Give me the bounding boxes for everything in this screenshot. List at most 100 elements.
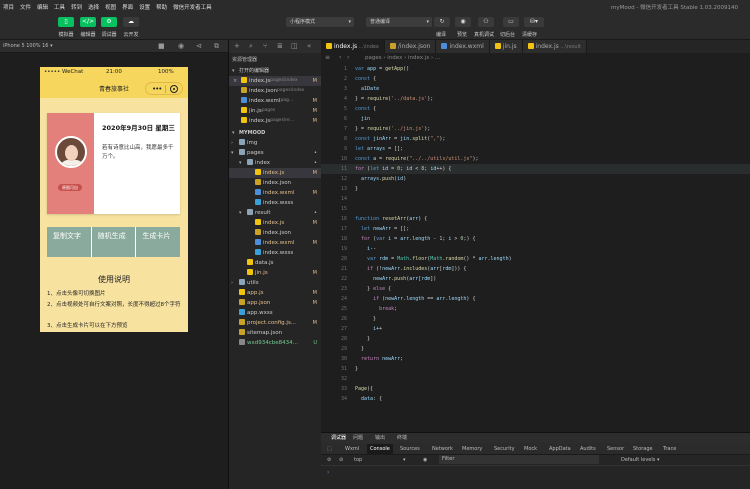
tree-item-app-json[interactable]: app.json M [229,298,322,308]
devtools-tab-sensor[interactable]: Sensor [607,443,624,455]
card-quote[interactable]: 若有诗意比山高，我愿最多千万个。 [102,144,177,162]
devtools-tab-wxml[interactable]: Wxml [345,443,359,455]
close-icon[interactable]: × [233,76,237,86]
open-file-2[interactable]: index.wxml pag... M [229,96,322,106]
open-file-0[interactable]: × index.js pages\index M [229,76,322,86]
panel-tab-0[interactable]: 调试器 [331,433,346,443]
console-prompt[interactable]: › [327,469,329,476]
menu-item-3[interactable]: 工具 [51,3,68,11]
capsule-menu[interactable]: ••• [145,82,183,95]
real-device-debug-icon[interactable]: ⚇ [478,17,494,27]
eye-icon[interactable]: ◉ [423,455,427,466]
clear-cache-icon[interactable]: ⛁▾ [524,17,544,27]
search-icon[interactable]: ⌕ [249,42,253,51]
panel-tab-1[interactable]: 问题 [353,433,363,443]
tree-item-pages[interactable]: ▾ pages • [229,148,322,158]
devtools-tab-memory[interactable]: Memory [462,443,482,455]
menu-item-1[interactable]: 文件 [17,3,34,11]
tree-item-index-wxml[interactable]: index.wxml M [229,238,322,248]
code-area[interactable]: 1 var app = getApp() 2 const {3 a1Date 4} = … [321,64,750,432]
devtools-tab-trace[interactable]: Trace [663,443,676,455]
tree-item-result[interactable]: ▾ result • [229,208,322,218]
editor-tab-3[interactable]: jin.js [489,40,523,53]
tree-item-index-json[interactable]: index.json [229,178,322,188]
tree-item-index-js[interactable]: index.js M [229,218,322,228]
tree-item-project-config-js-[interactable]: project.config.js... M [229,318,322,328]
background-switch-icon[interactable]: ▭ [503,17,519,27]
tree-item-wxd934cbe8434-[interactable]: wxd934cbe8434... U [229,338,322,348]
menu-item-9[interactable]: 帮助 [153,3,170,11]
editor-toggle-button[interactable]: </> [80,17,96,27]
list-icon[interactable]: ≣ [277,42,283,50]
open-file-1[interactable]: index.json pages\index [229,86,322,96]
tree-item-jin-js[interactable]: jin.js M [229,268,322,278]
open-editors-header[interactable]: ▾ 打开的编辑器 [229,66,322,76]
devtools-tab-console[interactable]: Console [367,444,393,454]
stop-icon[interactable]: ■ [158,42,165,50]
more-dots-icon[interactable]: ••• [152,85,162,93]
menu-item-6[interactable]: 视图 [102,3,119,11]
devtools-tab-audits[interactable]: Audits [580,443,596,455]
random-generate-button[interactable]: 随机生成 [91,227,137,257]
menu-item-0[interactable]: 项目 [0,3,17,11]
new-file-icon[interactable]: + [234,42,240,50]
collapse-icon[interactable]: « [307,42,311,50]
tree-item-app-js[interactable]: app.js M [229,288,322,298]
devtools-tab-network[interactable]: Network [432,443,453,455]
generate-card-button[interactable]: 生成卡片 [136,227,181,257]
editor-tab-4[interactable]: index.js ...\result [522,40,587,53]
mode-select[interactable]: 小程序模式 ▾ [286,17,354,27]
tree-item-index-json[interactable]: index.json [229,228,322,238]
record-icon[interactable]: ◉ [178,42,184,50]
tree-item-data-js[interactable]: data.js [229,258,322,268]
project-header[interactable]: ▾ MYMOOD [229,128,322,138]
image-badge[interactable]: 原图可自 [58,184,82,191]
menu-item-5[interactable]: 选择 [85,3,102,11]
menu-item-4[interactable]: 转到 [68,3,85,11]
preview-eye-icon[interactable]: ◉ [455,17,471,27]
block-icon[interactable]: ⊘ [339,455,343,466]
chevron-down-icon[interactable]: ▾ [403,455,406,466]
tree-item-utils[interactable]: › utils [229,278,322,288]
debugger-toggle-button[interactable]: ⚙ [101,17,117,27]
menu-item-10[interactable]: 微信开发者工具 [170,3,215,11]
devtools-tab-sources[interactable]: Sources [400,443,420,455]
editor-tab-0[interactable]: index.js ...\index [321,40,385,53]
menu-item-2[interactable]: 编辑 [34,3,51,11]
git-icon[interactable]: ⑂ [263,42,267,50]
tree-item-index-wxss[interactable]: index.wxss [229,248,322,258]
tree-item-sitemap-json[interactable]: sitemap.json [229,328,322,338]
devtools-tab-storage[interactable]: Storage [633,443,653,455]
editor-tab-1[interactable]: /index.json [384,40,437,53]
devtools-tab-appdata[interactable]: AppData [549,443,571,455]
rotate-icon[interactable]: ⊲ [196,42,202,50]
detach-icon[interactable]: ⧉ [214,42,219,51]
menu-item-8[interactable]: 设置 [136,3,153,11]
panel-tab-3[interactable]: 终端 [397,433,407,443]
cloud-dev-button[interactable]: ☁ [123,17,139,27]
tree-item-index-wxss[interactable]: index.wxss [229,198,322,208]
tree-item-index[interactable]: ▾ index • [229,158,322,168]
inspect-icon[interactable]: ⬚ [327,443,332,455]
clear-console-icon[interactable]: ⊘ [327,455,331,466]
device-select[interactable]: iPhone 5 100% 16 ▾ [3,43,53,49]
devtools-tab-security[interactable]: Security [494,443,515,455]
devtools-tab-mock[interactable]: Mock [524,443,537,455]
tree-item-app-wxss[interactable]: app.wxss [229,308,322,318]
tree-item-index-wxml[interactable]: index.wxml M [229,188,322,198]
compile-select[interactable]: 普通编译 ▾ [366,17,432,27]
copy-text-button[interactable]: 复制文字 [47,227,92,257]
panel-tab-2[interactable]: 输出 [375,433,385,443]
compile-refresh-icon[interactable]: ↻ [434,17,450,27]
context-select[interactable]: top [354,455,362,466]
open-file-3[interactable]: jin.js pages M [229,106,322,116]
menu-item-7[interactable]: 界面 [119,3,136,11]
open-file-4[interactable]: index.js pages\re... M [229,116,322,126]
layout-icon[interactable]: ◫ [291,42,298,50]
avatar[interactable] [55,136,87,168]
tree-item-index-js[interactable]: index.js M [229,168,322,178]
tree-item-img[interactable]: › img [229,138,322,148]
levels-select[interactable]: Default levels ▾ [621,455,659,466]
close-circle-icon[interactable] [170,85,178,93]
editor-tab-2[interactable]: index.wxml [436,40,490,53]
